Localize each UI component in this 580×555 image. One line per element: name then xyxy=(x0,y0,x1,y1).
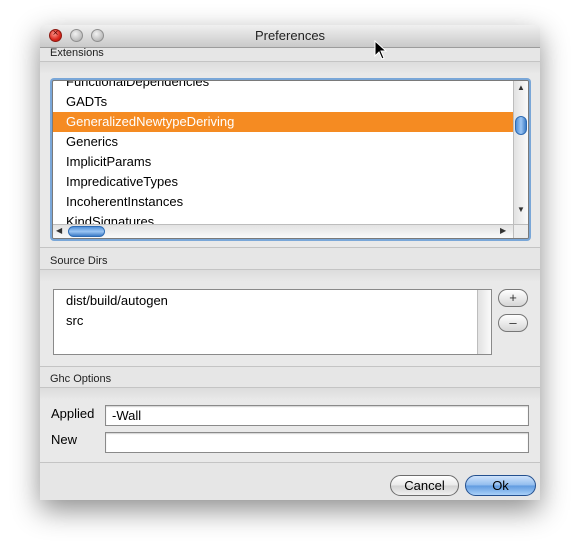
extension-item-selected[interactable]: GeneralizedNewtypeDeriving xyxy=(53,112,513,132)
extension-item[interactable]: ImpredicativeTypes xyxy=(53,172,513,192)
new-label: New xyxy=(51,432,78,447)
scroll-corner xyxy=(513,224,528,238)
ok-button[interactable]: Ok xyxy=(465,475,536,496)
extension-item[interactable]: GADTs xyxy=(53,92,513,112)
title-bar[interactable]: × Preferences xyxy=(40,25,540,48)
remove-dir-button[interactable]: – xyxy=(498,314,528,332)
extensions-label: Extensions xyxy=(50,47,104,59)
source-dir-item[interactable]: dist/build/autogen xyxy=(66,291,168,311)
ghc-options-label: Ghc Options xyxy=(50,373,112,385)
extension-item[interactable]: Generics xyxy=(53,132,513,152)
extensions-list[interactable]: FunctionalDependencies GADTs Generalized… xyxy=(52,80,529,239)
applied-label: Applied xyxy=(51,406,95,421)
extensions-horizontal-scrollbar[interactable]: ◀ ▶ xyxy=(53,224,514,238)
cancel-button[interactable]: Cancel xyxy=(390,475,459,496)
window-title: Preferences xyxy=(254,28,326,43)
arrow-up-icon[interactable]: ▲ xyxy=(517,83,525,93)
horizontal-scroll-thumb[interactable] xyxy=(68,226,105,237)
mouse-cursor-icon xyxy=(374,40,388,60)
extension-item[interactable]: ImplicitParams xyxy=(53,152,513,172)
new-options-field[interactable] xyxy=(105,432,529,453)
preferences-window: × Preferences Extensions FunctionalDepen… xyxy=(40,25,540,500)
source-dirs-scrollbar[interactable] xyxy=(477,290,491,354)
extension-item[interactable]: IncoherentInstances xyxy=(53,192,513,212)
extension-item[interactable]: FunctionalDependencies xyxy=(53,81,513,92)
applied-options-field[interactable] xyxy=(105,405,529,426)
source-dirs-label: Source Dirs xyxy=(50,255,108,267)
add-dir-button[interactable]: + xyxy=(498,289,528,307)
vertical-scroll-thumb[interactable] xyxy=(515,116,527,135)
arrow-right-icon[interactable]: ▶ xyxy=(500,226,506,236)
source-dir-item[interactable]: src xyxy=(66,311,83,331)
arrow-down-icon[interactable]: ▼ xyxy=(517,205,525,215)
source-dirs-list[interactable]: dist/build/autogen src xyxy=(53,289,492,355)
arrow-left-icon[interactable]: ◀ xyxy=(56,226,62,236)
extensions-vertical-scrollbar[interactable]: ▲ ▼ xyxy=(513,81,528,225)
